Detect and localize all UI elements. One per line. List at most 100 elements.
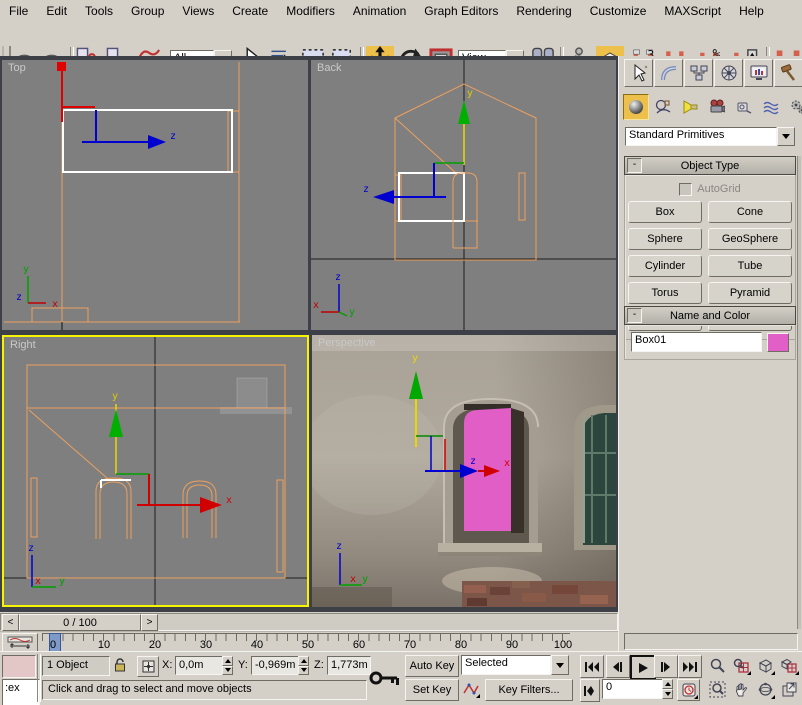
primitives-category-dropdown[interactable]: Standard Primitives — [625, 127, 795, 146]
arc-rotate-button[interactable] — [754, 679, 776, 700]
previous-frame-slider-button[interactable]: < — [2, 614, 19, 631]
command-panel: Standard Primitives - Object Type AutoGr… — [618, 56, 802, 651]
tab-create[interactable] — [624, 59, 653, 87]
key-mode-selection-dropdown[interactable]: Selected — [461, 655, 569, 675]
menu-tools[interactable]: Tools — [76, 1, 122, 22]
sphere-button[interactable]: Sphere — [628, 228, 702, 250]
y-coordinate-field[interactable]: -0,969m — [251, 656, 301, 675]
viewport-right-active[interactable]: Right — [2, 335, 309, 607]
object-color-swatch[interactable] — [767, 333, 789, 352]
viewport-perspective[interactable]: Perspective — [312, 335, 616, 607]
category-systems[interactable] — [785, 94, 802, 120]
viewport-back-canvas[interactable]: y z z x y — [311, 60, 616, 330]
viewport-back[interactable]: Back y — [311, 60, 616, 330]
zoom-extents-button[interactable] — [754, 655, 776, 676]
tab-modify[interactable] — [654, 59, 683, 87]
key-mode-toggle-button[interactable] — [580, 679, 600, 702]
auto-key-button[interactable]: Auto Key — [405, 655, 459, 677]
y-spinner[interactable] — [298, 656, 309, 675]
menu-views[interactable]: Views — [173, 1, 223, 22]
viewport-perspective-label[interactable]: Perspective — [318, 337, 375, 349]
svg-text:z: z — [16, 292, 22, 303]
tick-label: 100 — [554, 639, 572, 651]
dropdown-arrow-icon[interactable] — [777, 127, 795, 146]
menu-help[interactable]: Help — [730, 1, 773, 22]
menu-rendering[interactable]: Rendering — [507, 1, 580, 22]
default-in-out-tangents-button[interactable] — [461, 679, 481, 699]
key-filters-button[interactable]: Key Filters... — [485, 679, 573, 701]
frame-spinner[interactable] — [662, 679, 673, 699]
absolute-mode-toggle[interactable] — [137, 656, 159, 677]
x-spinner[interactable] — [222, 656, 233, 675]
x-coordinate-field[interactable]: 0,0m — [175, 656, 225, 675]
set-keys-button[interactable] — [368, 656, 400, 700]
tab-display[interactable] — [744, 59, 773, 87]
category-space-warps[interactable] — [758, 94, 784, 120]
pan-hand-icon — [734, 682, 749, 697]
go-to-start-button[interactable] — [580, 655, 604, 678]
menu-edit[interactable]: Edit — [37, 1, 76, 22]
viewport-right-label[interactable]: Right — [10, 339, 36, 351]
tab-hierarchy[interactable] — [684, 59, 713, 87]
play-animation-button[interactable] — [630, 655, 656, 680]
tab-utilities[interactable] — [774, 59, 802, 87]
viewport-top-canvas[interactable]: z y x z — [2, 60, 308, 330]
object-name-input[interactable]: Box01 — [631, 332, 762, 352]
zoom-extents-all-icon — [781, 658, 797, 673]
menu-customize[interactable]: Customize — [581, 1, 656, 22]
menu-graph-editors[interactable]: Graph Editors — [415, 1, 507, 22]
menu-maxscript[interactable]: MAXScript — [655, 1, 730, 22]
zoom-region-button[interactable] — [706, 679, 728, 700]
category-helpers[interactable] — [731, 94, 757, 120]
autogrid-checkbox[interactable] — [679, 183, 692, 196]
min-max-toggle-button[interactable] — [778, 679, 800, 700]
name-color-rollout-header[interactable]: - Name and Color — [624, 306, 796, 325]
selection-lock-toggle[interactable] — [110, 656, 130, 675]
time-configuration-button[interactable] — [677, 679, 700, 701]
tab-motion[interactable] — [714, 59, 743, 87]
viewport-perspective-canvas[interactable]: y z x z x y — [312, 335, 616, 607]
pyramid-button[interactable]: Pyramid — [708, 282, 792, 304]
box-button[interactable]: Box — [628, 201, 702, 223]
move-gizmo: y z — [363, 88, 473, 204]
play-icon — [639, 663, 648, 673]
viewport-top[interactable]: Top z y x — [2, 60, 308, 330]
current-frame-field[interactable]: 0 — [602, 679, 666, 699]
menu-animation[interactable]: Animation — [344, 1, 415, 22]
dropdown-arrow-icon[interactable] — [551, 655, 569, 675]
key-mode-icon — [584, 686, 596, 696]
set-key-button[interactable]: Set Key — [405, 679, 459, 701]
menu-create[interactable]: Create — [223, 1, 277, 22]
menu-modifiers[interactable]: Modifiers — [277, 1, 344, 22]
zoom-extents-all-button[interactable] — [778, 655, 800, 676]
previous-frame-button[interactable] — [606, 655, 630, 678]
go-to-end-button[interactable] — [678, 655, 702, 678]
next-frame-slider-button[interactable]: > — [141, 614, 158, 631]
macro-recorder-field[interactable] — [2, 655, 36, 678]
pan-button[interactable] — [730, 679, 752, 700]
category-cameras[interactable] — [704, 94, 730, 120]
geosphere-button[interactable]: GeoSphere — [708, 228, 792, 250]
listener-field[interactable]: :ex — [2, 679, 40, 705]
category-geometry[interactable] — [623, 94, 649, 120]
viewport-top-label[interactable]: Top — [8, 62, 26, 74]
cone-button[interactable]: Cone — [708, 201, 792, 223]
menu-file[interactable]: File — [0, 1, 37, 22]
zoom-button[interactable] — [706, 655, 728, 676]
viewport-back-label[interactable]: Back — [317, 62, 341, 74]
menu-group[interactable]: Group — [122, 1, 173, 22]
panel-scroll-gutter[interactable] — [797, 156, 801, 629]
time-slider-handle[interactable]: 0 / 100 — [19, 614, 141, 631]
object-type-rollout-header[interactable]: - Object Type — [624, 156, 796, 175]
viewport-right-canvas[interactable]: y x z x y — [4, 337, 307, 605]
tube-button[interactable]: Tube — [708, 255, 792, 277]
zoom-all-button[interactable] — [730, 655, 752, 676]
torus-button[interactable]: Torus — [628, 282, 702, 304]
cylinder-button[interactable]: Cylinder — [628, 255, 702, 277]
category-shapes[interactable] — [650, 94, 676, 120]
next-frame-button[interactable] — [654, 655, 678, 678]
z-coordinate-field[interactable]: 1,773m — [327, 656, 371, 675]
tick-label: 10 — [98, 639, 110, 651]
open-mini-curve-editor-button[interactable] — [2, 633, 38, 652]
category-lights[interactable] — [677, 94, 703, 120]
